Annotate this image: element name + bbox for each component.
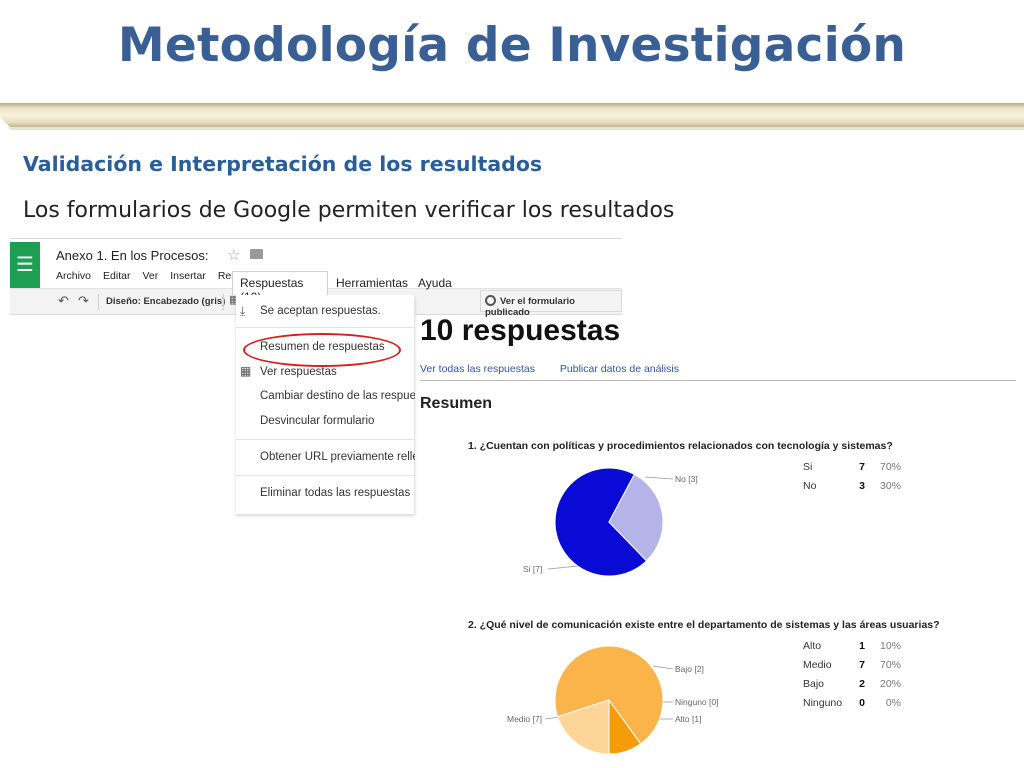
pie-slice-label: Si [7] — [523, 564, 542, 574]
pie-charts: Si [7] No [3] Alto [1] Medio [7] Bajo [2] Nin… — [507, 467, 718, 755]
pie-leader-line — [652, 665, 674, 670]
pie-slice-label: No [3] — [675, 474, 698, 484]
pie-slice-label: Ninguno [0] — [675, 697, 718, 707]
pie-leader-line — [547, 565, 579, 570]
pie-slice-label: Alto [1] — [675, 714, 701, 724]
pie-leader-line — [644, 476, 674, 480]
pie-slice-label: Medio [7] — [507, 714, 542, 724]
pie-slice-label: Bajo [2] — [675, 664, 704, 674]
